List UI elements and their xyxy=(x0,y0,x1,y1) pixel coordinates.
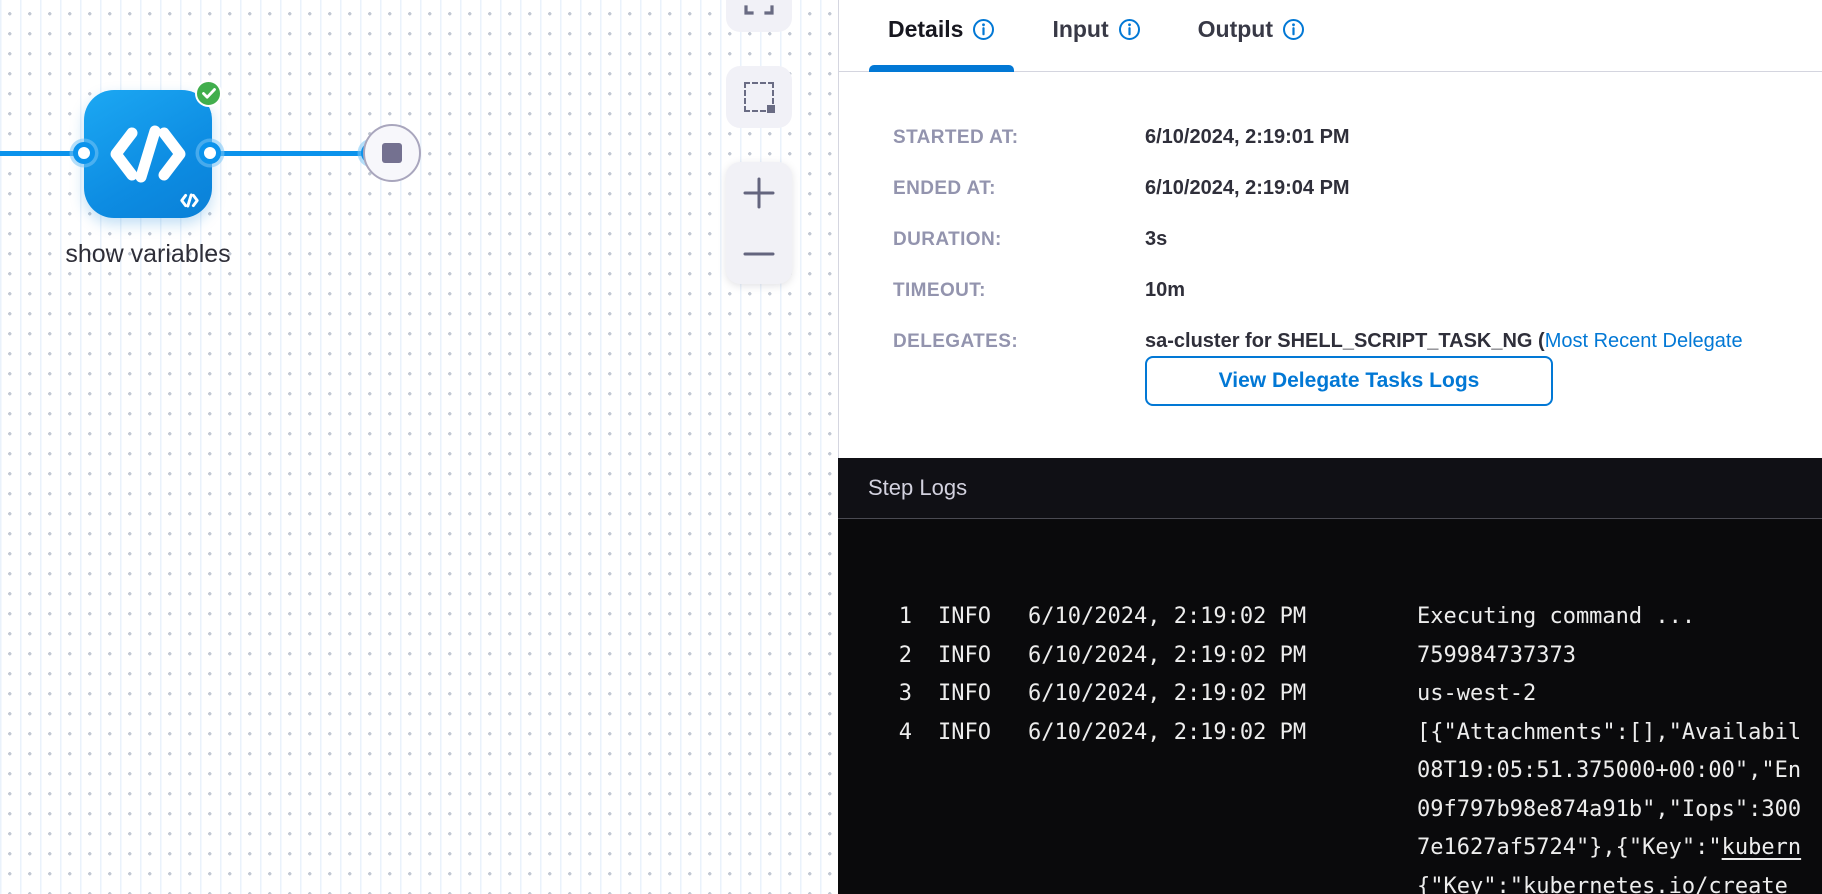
log-message: us-west-2 xyxy=(1417,675,1536,714)
detail-value: 3s xyxy=(1145,228,1167,251)
step-node-show-variables[interactable] xyxy=(84,90,212,218)
tab-label: Details xyxy=(888,16,963,43)
log-level: INFO xyxy=(938,714,992,753)
pipeline-canvas[interactable]: show variables xyxy=(0,0,838,894)
detail-value: 10m xyxy=(1145,279,1185,302)
log-line-number: 3 xyxy=(884,675,912,714)
zoom-out-button[interactable] xyxy=(726,223,792,284)
marquee-select-button[interactable] xyxy=(726,66,792,128)
log-line-number xyxy=(884,829,912,868)
node-label: show variables xyxy=(65,240,230,269)
log-line-number: 2 xyxy=(884,637,912,676)
most-recent-delegate-link[interactable]: Most Recent Delegate xyxy=(1545,330,1743,353)
step-details-panel: Details Input Output xyxy=(838,0,1822,458)
log-console[interactable]: 1 INFO 6/10/2024, 2:19:02 PM Executing c… xyxy=(838,519,1822,894)
log-line: 08T19:05:51.375000+00:00","En xyxy=(884,752,1822,791)
log-message: [{"Attachments":[],"Availabil xyxy=(1417,714,1801,753)
log-timestamp: 6/10/2024, 2:19:02 PM xyxy=(1028,675,1313,714)
log-message: 759984737373 xyxy=(1417,637,1576,676)
plus-icon xyxy=(743,177,775,209)
pipeline-end-node[interactable] xyxy=(363,124,421,182)
log-message: 7e1627af5724"},{"Key":" xyxy=(1417,829,1722,868)
code-icon xyxy=(108,123,188,185)
log-level: INFO xyxy=(938,637,992,676)
marquee-select-icon xyxy=(744,82,774,112)
tab-label: Input xyxy=(1052,16,1108,43)
step-logs-title: Step Logs xyxy=(868,475,967,501)
log-line: 09f797b98e874a91b","Iops":300 xyxy=(884,791,1822,830)
log-line: 2 INFO 6/10/2024, 2:19:02 PM 75998473737… xyxy=(884,637,1822,676)
detail-row: DURATION: 3s xyxy=(893,214,1822,265)
log-timestamp xyxy=(1028,829,1313,868)
details-tab[interactable]: Input xyxy=(1033,0,1159,72)
log-line: 7e1627af5724"},{"Key":" kubern xyxy=(884,829,1822,868)
info-icon[interactable] xyxy=(1118,18,1141,41)
view-delegate-tasks-logs-button[interactable]: View Delegate Tasks Logs xyxy=(1145,356,1553,406)
log-message: 08T19:05:51.375000+00:00","En xyxy=(1417,752,1801,791)
log-timestamp: 6/10/2024, 2:19:02 PM xyxy=(1028,714,1313,753)
info-icon[interactable] xyxy=(1282,18,1305,41)
edge-incoming xyxy=(0,151,84,156)
step-logs-header: Step Logs xyxy=(838,458,1822,519)
details-tabbar: Details Input Output xyxy=(839,0,1822,72)
detail-row: TIMEOUT: 10m xyxy=(893,265,1822,316)
detail-label: ENDED AT: xyxy=(893,178,1145,200)
detail-label: STARTED AT: xyxy=(893,127,1145,149)
node-port-out[interactable] xyxy=(199,142,221,164)
log-timestamp xyxy=(1028,752,1313,791)
expand-icon xyxy=(744,0,774,15)
info-icon[interactable] xyxy=(972,18,995,41)
log-line: 1 INFO 6/10/2024, 2:19:02 PM Executing c… xyxy=(884,598,1822,637)
node-port-in[interactable] xyxy=(73,142,95,164)
log-level xyxy=(938,868,992,894)
detail-value: sa-cluster for SHELL_SCRIPT_TASK_NG ( xyxy=(1145,330,1545,353)
detail-row: ENDED AT: 6/10/2024, 2:19:04 PM xyxy=(893,163,1822,214)
log-message-link[interactable]: kubernetes.io/create xyxy=(1523,868,1788,894)
detail-value: 6/10/2024, 2:19:04 PM xyxy=(1145,177,1350,200)
shell-script-mini-icon xyxy=(179,193,200,208)
log-line-number: 1 xyxy=(884,598,912,637)
detail-label: TIMEOUT: xyxy=(893,280,1145,302)
execution-details: STARTED AT: 6/10/2024, 2:19:01 PM ENDED … xyxy=(839,72,1822,367)
minus-icon xyxy=(743,238,775,270)
log-message: {"Key":" xyxy=(1417,868,1523,894)
stop-icon xyxy=(382,143,402,163)
log-line-number xyxy=(884,791,912,830)
log-message: 09f797b98e874a91b","Iops":300 xyxy=(1417,791,1801,830)
log-line-number: 4 xyxy=(884,714,912,753)
log-line: 3 INFO 6/10/2024, 2:19:02 PM us-west-2 xyxy=(884,675,1822,714)
log-level: INFO xyxy=(938,675,992,714)
log-line: {"Key":" kubernetes.io/create xyxy=(884,868,1822,894)
log-level xyxy=(938,791,992,830)
detail-label: DURATION: xyxy=(893,229,1145,251)
log-message: Executing command ... xyxy=(1417,598,1695,637)
log-level: INFO xyxy=(938,598,992,637)
zoom-controls xyxy=(726,162,792,284)
log-level xyxy=(938,752,992,791)
zoom-in-button[interactable] xyxy=(726,162,792,223)
log-line-number xyxy=(884,752,912,791)
detail-row: STARTED AT: 6/10/2024, 2:19:01 PM xyxy=(893,112,1822,163)
fit-to-screen-button[interactable] xyxy=(726,0,792,32)
check-icon xyxy=(202,88,216,99)
tab-label: Output xyxy=(1198,16,1273,43)
log-timestamp: 6/10/2024, 2:19:02 PM xyxy=(1028,637,1313,676)
detail-label: DELEGATES: xyxy=(893,331,1145,353)
log-message-link[interactable]: kubern xyxy=(1722,829,1801,868)
log-timestamp xyxy=(1028,868,1313,894)
details-tab[interactable]: Output xyxy=(1179,0,1324,72)
step-logs-section: Step Logs 1 INFO 6/10/2024, 2:19:02 PM E… xyxy=(838,458,1822,894)
detail-value: 6/10/2024, 2:19:01 PM xyxy=(1145,126,1350,149)
log-timestamp: 6/10/2024, 2:19:02 PM xyxy=(1028,598,1313,637)
log-level xyxy=(938,829,992,868)
log-line-number xyxy=(884,868,912,894)
details-tab[interactable]: Details xyxy=(869,0,1014,72)
log-line: 4 INFO 6/10/2024, 2:19:02 PM [{"Attachme… xyxy=(884,714,1822,753)
edge-outgoing xyxy=(210,151,374,156)
log-timestamp xyxy=(1028,791,1313,830)
success-badge xyxy=(195,80,222,107)
